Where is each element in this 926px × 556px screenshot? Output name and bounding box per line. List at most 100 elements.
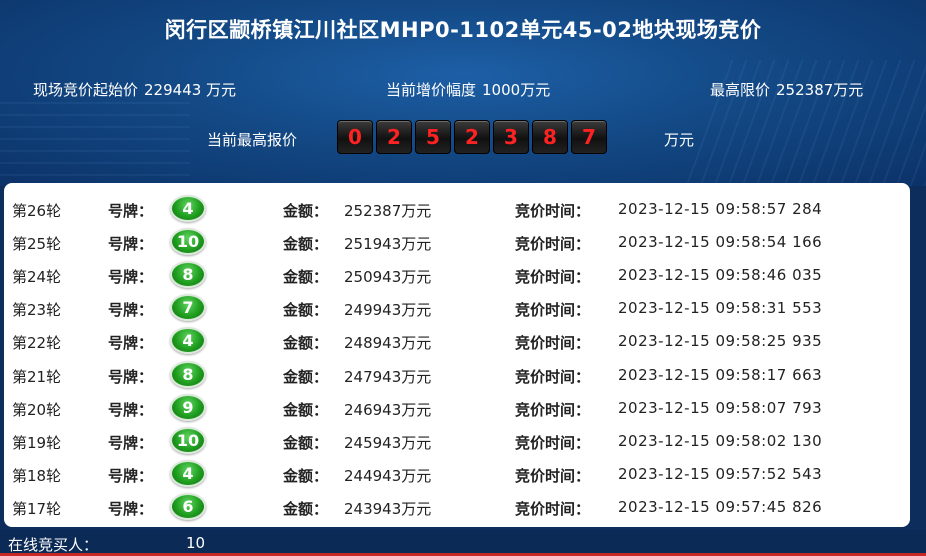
- bid-row: 第23轮 号牌： 7 金额： 249943万元 竞价时间： 2023-12-15…: [4, 291, 910, 324]
- amount-label: 金额：: [283, 301, 329, 319]
- time-label: 竞价时间：: [515, 500, 591, 518]
- increment-label: 当前增价幅度: [386, 81, 477, 99]
- current-high-label: 当前最高报价: [207, 131, 298, 149]
- digit: 8: [532, 120, 568, 154]
- round-number: 第21轮: [12, 368, 62, 386]
- increment-value: 1000万元: [482, 81, 551, 99]
- bid-amount: 250943万元: [344, 268, 432, 286]
- bid-amount: 244943万元: [344, 467, 432, 485]
- digit: 3: [493, 120, 529, 154]
- paddle-badge: 8: [170, 361, 206, 388]
- bid-amount: 247943万元: [344, 368, 432, 386]
- bid-row: 第25轮 号牌： 10 金额： 251943万元 竞价时间： 2023-12-1…: [4, 225, 910, 258]
- current-high-digits: 0 2 5 2 3 8 7: [337, 120, 607, 154]
- bid-row: 第17轮 号牌： 6 金额： 243943万元 竞价时间： 2023-12-15…: [4, 490, 910, 523]
- round-number: 第22轮: [12, 334, 62, 352]
- bid-time: 2023-12-15 09:58:31 553: [618, 299, 823, 317]
- paddle-label: 号牌：: [108, 500, 154, 518]
- amount-label: 金额：: [283, 434, 329, 452]
- bid-row: 第21轮 号牌： 8 金额： 247943万元 竞价时间： 2023-12-15…: [4, 358, 910, 391]
- digit: 2: [376, 120, 412, 154]
- paddle-label: 号牌：: [108, 235, 154, 253]
- digit: 7: [571, 120, 607, 154]
- max-price-value: 252387万元: [776, 81, 864, 99]
- bid-amount: 249943万元: [344, 301, 432, 319]
- paddle-badge: 4: [170, 460, 206, 487]
- footer-bar: 在线竞买人： 10: [0, 530, 926, 556]
- time-label: 竞价时间：: [515, 434, 591, 452]
- round-number: 第19轮: [12, 434, 62, 452]
- paddle-label: 号牌：: [108, 467, 154, 485]
- decor-lines: [0, 100, 190, 186]
- max-price: 最高限价 252387万元: [710, 79, 863, 100]
- paddle-label: 号牌：: [108, 368, 154, 386]
- amount-label: 金额：: [283, 368, 329, 386]
- bid-time: 2023-12-15 09:58:57 284: [618, 200, 823, 218]
- bid-amount: 248943万元: [344, 334, 432, 352]
- bid-amount: 243943万元: [344, 500, 432, 518]
- bid-amount: 251943万元: [344, 235, 432, 253]
- paddle-badge: 4: [170, 195, 206, 222]
- round-number: 第20轮: [12, 401, 62, 419]
- bid-amount: 246943万元: [344, 401, 432, 419]
- current-high-unit: 万元: [664, 131, 695, 149]
- paddle-label: 号牌：: [108, 301, 154, 319]
- paddle-badge: 8: [170, 261, 206, 288]
- bid-row: 第20轮 号牌： 9 金额： 246943万元 竞价时间： 2023-12-15…: [4, 391, 910, 424]
- start-price: 现场竞价起始价 229443 万元: [33, 79, 236, 100]
- header-banner: 闵行区颛桥镇江川社区MHP0-1102单元45-02地块现场竞价 现场竞价起始价…: [0, 0, 926, 186]
- paddle-badge: 10: [170, 228, 206, 255]
- start-price-value: 229443 万元: [144, 81, 237, 99]
- page-title: 闵行区颛桥镇江川社区MHP0-1102单元45-02地块现场竞价: [164, 18, 762, 42]
- time-label: 竞价时间：: [515, 235, 591, 253]
- paddle-badge: 7: [170, 294, 206, 321]
- round-number: 第17轮: [12, 500, 62, 518]
- start-price-label: 现场竞价起始价: [33, 81, 139, 99]
- digit: 2: [454, 120, 490, 154]
- bid-time: 2023-12-15 09:57:52 543: [618, 465, 823, 483]
- max-price-label: 最高限价: [710, 81, 771, 99]
- bid-row: 第19轮 号牌： 10 金额： 245943万元 竞价时间： 2023-12-1…: [4, 424, 910, 457]
- round-number: 第18轮: [12, 467, 62, 485]
- amount-label: 金额：: [283, 467, 329, 485]
- time-label: 竞价时间：: [515, 368, 591, 386]
- bid-amount: 245943万元: [344, 434, 432, 452]
- amount-label: 金额：: [283, 401, 329, 419]
- bid-time: 2023-12-15 09:58:02 130: [618, 432, 823, 450]
- time-label: 竞价时间：: [515, 301, 591, 319]
- digit: 5: [415, 120, 451, 154]
- paddle-label: 号牌：: [108, 202, 154, 220]
- bid-time: 2023-12-15 09:58:07 793: [618, 399, 823, 417]
- bid-row: 第18轮 号牌： 4 金额： 244943万元 竞价时间： 2023-12-15…: [4, 457, 910, 490]
- time-label: 竞价时间：: [515, 334, 591, 352]
- bid-row: 第26轮 号牌： 4 金额： 252387万元 竞价时间： 2023-12-15…: [4, 192, 910, 225]
- amount-label: 金额：: [283, 202, 329, 220]
- digit: 0: [337, 120, 373, 154]
- paddle-badge: 9: [170, 394, 206, 421]
- bid-row: 第24轮 号牌： 8 金额： 250943万元 竞价时间： 2023-12-15…: [4, 258, 910, 291]
- time-label: 竞价时间：: [515, 401, 591, 419]
- bid-time: 2023-12-15 09:58:54 166: [618, 233, 823, 251]
- time-label: 竞价时间：: [515, 467, 591, 485]
- bid-row: 第22轮 号牌： 4 金额： 248943万元 竞价时间： 2023-12-15…: [4, 324, 910, 357]
- bid-history-panel: 第26轮 号牌： 4 金额： 252387万元 竞价时间： 2023-12-15…: [4, 183, 910, 527]
- bid-time: 2023-12-15 09:58:25 935: [618, 332, 823, 350]
- bid-time: 2023-12-15 09:58:46 035: [618, 266, 823, 284]
- increment: 当前增价幅度 1000万元: [386, 79, 550, 100]
- time-label: 竞价时间：: [515, 268, 591, 286]
- round-number: 第25轮: [12, 235, 62, 253]
- bid-time: 2023-12-15 09:57:45 826: [618, 498, 823, 516]
- paddle-label: 号牌：: [108, 268, 154, 286]
- round-number: 第24轮: [12, 268, 62, 286]
- online-bidders-count: 10: [186, 534, 206, 552]
- amount-label: 金额：: [283, 268, 329, 286]
- bid-time: 2023-12-15 09:58:17 663: [618, 366, 823, 384]
- paddle-badge: 10: [170, 427, 206, 454]
- paddle-label: 号牌：: [108, 401, 154, 419]
- round-number: 第23轮: [12, 301, 62, 319]
- online-bidders-label: 在线竞买人：: [8, 536, 99, 554]
- amount-label: 金额：: [283, 500, 329, 518]
- bid-amount: 252387万元: [344, 202, 432, 220]
- paddle-label: 号牌：: [108, 434, 154, 452]
- time-label: 竞价时间：: [515, 202, 591, 220]
